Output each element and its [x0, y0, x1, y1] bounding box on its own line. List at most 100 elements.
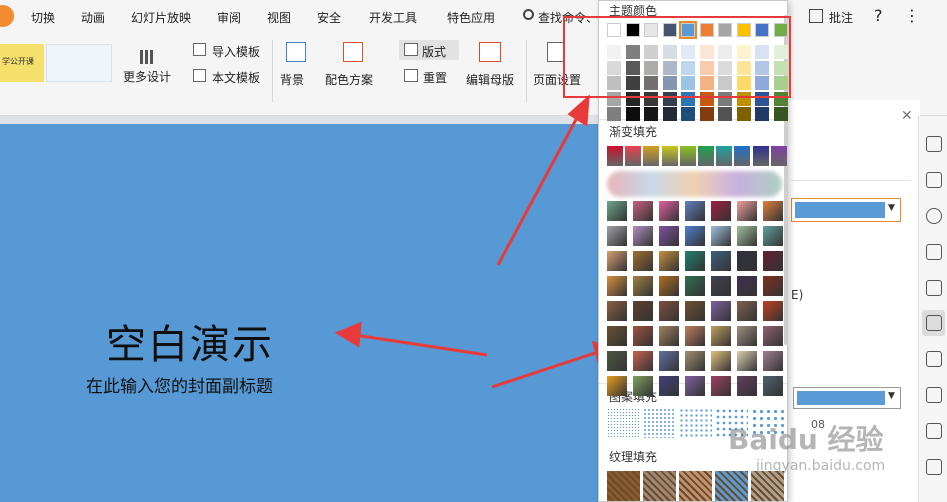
gradient-swatch[interactable]	[763, 226, 783, 246]
texture-swatch[interactable]	[607, 471, 640, 501]
theme-color-swatch[interactable]	[736, 107, 751, 121]
gradient-swatch[interactable]	[711, 201, 731, 221]
transition-icon[interactable]	[926, 172, 942, 188]
gradient-swatch[interactable]	[711, 226, 731, 246]
gradient-swatch[interactable]	[607, 226, 627, 246]
gradient-swatch[interactable]	[643, 146, 660, 166]
style-icon[interactable]	[926, 244, 942, 260]
theme-color-swatch[interactable]	[718, 107, 732, 121]
gradient-swatch[interactable]	[633, 301, 653, 321]
pattern-swatch[interactable]	[607, 408, 640, 438]
share-icon[interactable]	[926, 387, 942, 403]
gradient-swatch[interactable]	[633, 276, 653, 296]
gradient-swatch[interactable]	[659, 251, 679, 271]
gradient-swatch[interactable]	[737, 376, 757, 396]
gradient-swatch[interactable]	[685, 326, 705, 346]
gradient-swatch[interactable]	[607, 326, 627, 346]
gradient-swatch[interactable]	[763, 376, 783, 396]
gradient-swatch[interactable]	[716, 146, 733, 166]
pattern-swatch[interactable]	[643, 408, 676, 438]
gradient-swatch[interactable]	[659, 276, 679, 296]
theme-color-swatch[interactable]	[681, 107, 695, 121]
gradient-swatch[interactable]	[698, 146, 714, 166]
texture-swatch[interactable]	[751, 471, 784, 501]
gradient-swatch[interactable]	[763, 201, 783, 221]
gradient-swatch[interactable]	[737, 276, 757, 296]
gradient-swatch[interactable]	[711, 326, 731, 346]
shape-icon[interactable]	[926, 208, 942, 224]
gradient-swatch[interactable]	[763, 251, 783, 271]
gradient-swatch[interactable]	[633, 351, 653, 371]
texture-swatch[interactable]	[643, 471, 676, 501]
gradient-swatch[interactable]	[685, 226, 705, 246]
theme-color-swatch[interactable]	[644, 107, 658, 121]
texture-swatch[interactable]	[679, 471, 712, 501]
gradient-swatch[interactable]	[711, 351, 731, 371]
theme-color-swatch[interactable]	[662, 107, 677, 121]
gradient-swatch[interactable]	[659, 376, 679, 396]
theme-color-swatch[interactable]	[699, 107, 714, 121]
archive-icon[interactable]	[926, 423, 942, 439]
theme-color-swatch[interactable]	[607, 107, 621, 121]
theme-color-swatch[interactable]	[773, 107, 788, 121]
gradient-swatch[interactable]	[763, 351, 783, 371]
close-icon[interactable]: ✕	[901, 108, 913, 124]
grid-layout-icon[interactable]	[926, 280, 942, 296]
gradient-swatch[interactable]	[711, 251, 731, 271]
gradient-swatch[interactable]	[763, 276, 783, 296]
texture-fill-heading: 纹理填充	[609, 450, 658, 464]
gradient-swatch[interactable]	[685, 201, 705, 221]
gradient-swatch[interactable]	[737, 201, 757, 221]
gradient-swatch[interactable]	[763, 326, 783, 346]
gradient-swatch[interactable]	[737, 251, 757, 271]
gradient-swatch[interactable]	[763, 301, 783, 321]
theme-color-swatch[interactable]	[625, 107, 640, 121]
gradient-swatch[interactable]	[685, 251, 705, 271]
gradient-swatch[interactable]	[737, 301, 757, 321]
gradient-swatch[interactable]	[607, 376, 627, 396]
gradient-swatch[interactable]	[633, 376, 653, 396]
gradient-swatch[interactable]	[633, 201, 653, 221]
gradient-swatch[interactable]	[734, 146, 751, 166]
gradient-swatch[interactable]	[607, 351, 627, 371]
gradient-swatch[interactable]	[659, 301, 679, 321]
pattern-color-dropdown[interactable]: ▼	[793, 387, 901, 409]
picture-icon[interactable]	[926, 459, 942, 475]
gradient-swatch[interactable]	[711, 301, 731, 321]
image-icon[interactable]	[926, 351, 942, 367]
animation-icon[interactable]	[926, 136, 942, 152]
gradient-swatch[interactable]	[659, 326, 679, 346]
gradient-swatch[interactable]	[659, 201, 679, 221]
gradient-swatch[interactable]	[607, 276, 627, 296]
gradient-swatch[interactable]	[685, 301, 705, 321]
gradient-swatch[interactable]	[685, 351, 705, 371]
gradient-swatch[interactable]	[679, 146, 696, 166]
gradient-swatch[interactable]	[607, 201, 627, 221]
settings-sliders-icon[interactable]	[926, 315, 942, 331]
gradient-swatch[interactable]	[685, 276, 705, 296]
theme-color-swatch[interactable]	[755, 107, 769, 121]
gradient-swatch[interactable]	[607, 301, 627, 321]
gradient-swatch[interactable]	[633, 326, 653, 346]
gradient-swatch[interactable]	[633, 251, 653, 271]
gradient-swatch[interactable]	[737, 226, 757, 246]
gradient-swatch[interactable]	[625, 146, 642, 166]
gradient-swatch[interactable]	[607, 251, 627, 271]
gradient-swatch[interactable]	[770, 146, 787, 166]
pattern-swatch[interactable]	[679, 408, 712, 438]
gradient-swatch[interactable]	[711, 376, 731, 396]
gradient-swatch[interactable]	[737, 326, 757, 346]
gradient-swatch[interactable]	[661, 146, 678, 166]
gradient-swatch[interactable]	[633, 226, 653, 246]
gradient-swatch[interactable]	[659, 351, 679, 371]
gradient-swatch[interactable]	[659, 226, 679, 246]
texture-swatch[interactable]	[715, 471, 748, 501]
fill-color-dropdown[interactable]: ▼	[791, 198, 901, 222]
gradient-swatch[interactable]	[711, 276, 731, 296]
gradient-swatch[interactable]	[607, 146, 623, 166]
gradient-swatch[interactable]	[737, 351, 757, 371]
gradient-swatch[interactable]	[685, 376, 705, 396]
gradient-fill-heading: 渐变填充	[609, 125, 658, 139]
gradient-swatch[interactable]	[752, 146, 769, 166]
radio-option-label[interactable]: E)	[791, 288, 803, 302]
